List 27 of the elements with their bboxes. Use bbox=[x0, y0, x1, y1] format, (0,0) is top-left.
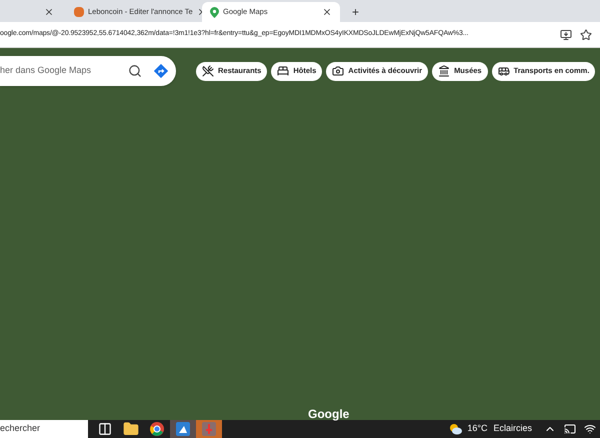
museum-icon bbox=[438, 65, 450, 77]
weather-text: Eclaircies bbox=[493, 422, 532, 436]
browser-icon bbox=[150, 422, 164, 436]
display-icon[interactable] bbox=[564, 423, 576, 435]
camera-icon bbox=[332, 65, 344, 77]
search-field[interactable]: her dans Google Maps bbox=[0, 56, 176, 86]
weather-icon bbox=[449, 423, 464, 435]
temperature-text: 16°C bbox=[467, 422, 488, 436]
install-icon[interactable] bbox=[560, 28, 572, 40]
map-pin-icon bbox=[210, 6, 219, 18]
bookmark-star-icon[interactable] bbox=[580, 28, 592, 40]
bus-icon bbox=[498, 65, 510, 77]
taskbar-app[interactable] bbox=[170, 420, 196, 438]
folder-icon bbox=[123, 421, 139, 437]
site-icon bbox=[74, 7, 84, 17]
close-icon[interactable] bbox=[44, 7, 54, 17]
search-input[interactable]: her dans Google Maps bbox=[0, 64, 116, 78]
app-icon bbox=[202, 422, 216, 436]
google-logo: Google bbox=[308, 406, 350, 423]
search-icon[interactable] bbox=[128, 64, 142, 78]
new-tab-button[interactable]: + bbox=[344, 2, 368, 22]
directions-icon[interactable] bbox=[154, 64, 168, 78]
bed-icon bbox=[277, 65, 290, 77]
fork-knife-icon bbox=[202, 65, 214, 77]
app-icon bbox=[176, 422, 190, 436]
task-view-icon bbox=[98, 422, 112, 436]
close-icon[interactable] bbox=[322, 7, 332, 17]
